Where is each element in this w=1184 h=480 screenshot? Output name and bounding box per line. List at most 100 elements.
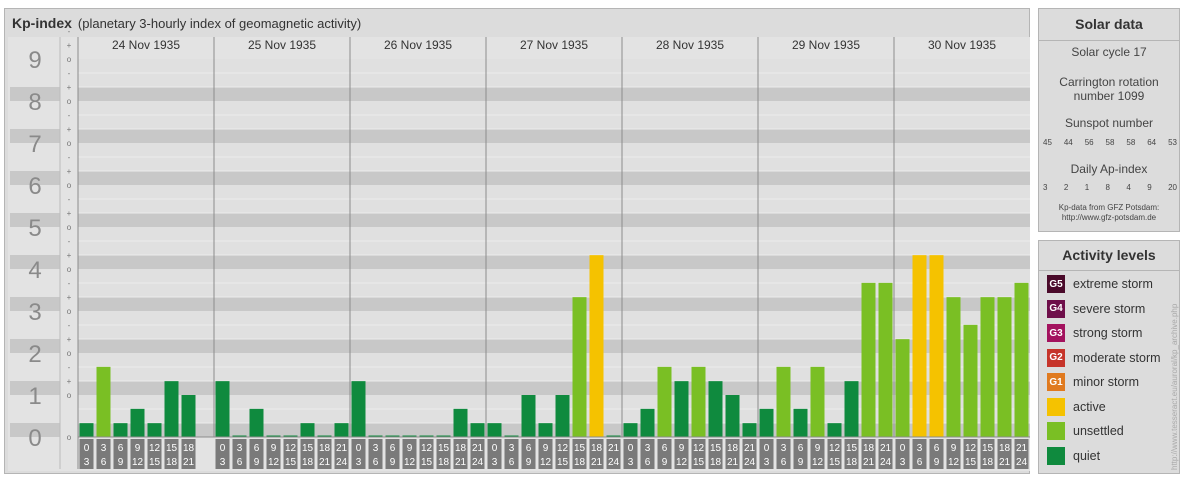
interval-start-label: 9	[951, 443, 957, 454]
day-label: 28 Nov 1935	[656, 38, 724, 52]
kp-bar	[674, 381, 689, 437]
interval-start-label: 12	[557, 443, 569, 454]
interval-end-label: 12	[676, 457, 688, 468]
kp-bar	[895, 339, 910, 437]
kp-tick-label: 1	[28, 383, 41, 410]
solar-cycle: Solar cycle 17	[1071, 45, 1147, 59]
interval-end-label: 6	[781, 457, 787, 468]
interval-start-label: 18	[455, 443, 467, 454]
interval-end-label: 15	[285, 457, 297, 468]
interval-start-label: 6	[390, 443, 396, 454]
interval-end-label: 21	[319, 457, 331, 468]
day-label: 29 Nov 1935	[792, 38, 860, 52]
kp-bar	[555, 395, 570, 437]
legend-swatch: G3	[1047, 324, 1065, 342]
kp-bar	[1014, 282, 1029, 437]
kp-bar	[946, 297, 961, 437]
interval-end-label: 15	[149, 457, 161, 468]
kp-bar	[691, 366, 706, 437]
legend-swatch	[1047, 446, 1065, 465]
interval-start-label: 0	[356, 443, 362, 454]
interval-end-label: 18	[982, 457, 994, 468]
kp-minor-tick-label: o	[67, 307, 72, 316]
kp-bar	[572, 297, 587, 437]
sunspot-label: Sunspot number	[1064, 116, 1154, 130]
kp-bar	[844, 381, 859, 437]
kp-minor-tick-label: -	[68, 153, 71, 162]
legend-item: G5 extreme storm	[1047, 274, 1153, 294]
interval-end-label: 6	[237, 457, 243, 468]
legend-label: unsettled	[1073, 424, 1124, 438]
interval-end-label: 21	[455, 457, 467, 468]
interval-end-label: 6	[645, 457, 651, 468]
sunspot-value: 58	[1105, 138, 1115, 147]
interval-start-label: 15	[710, 443, 722, 454]
interval-end-label: 12	[948, 457, 960, 468]
kp-tick-label: 0	[28, 425, 41, 452]
kp-bar	[181, 395, 196, 437]
sunspot-value: 44	[1063, 138, 1073, 147]
kp-minor-tick-label: -	[68, 321, 71, 330]
interval-start-label: 12	[149, 443, 161, 454]
kp-bar	[113, 423, 128, 437]
kp-bar	[810, 366, 825, 437]
kp-bar	[759, 408, 774, 437]
interval-end-label: 24	[608, 457, 620, 468]
legend-label: moderate storm	[1073, 350, 1161, 365]
kp-minor-tick-label: o	[67, 55, 72, 64]
legend-label: severe storm	[1073, 301, 1146, 316]
interval-start-label: 21	[608, 443, 620, 454]
kp-minor-tick-label: o	[67, 139, 72, 148]
interval-end-label: 18	[574, 457, 586, 468]
kp-tick-label: 6	[28, 173, 41, 200]
kp-bar	[963, 324, 978, 437]
interval-start-label: 3	[373, 443, 379, 454]
kp-tick-label: 4	[28, 257, 41, 284]
legend-item: active	[1047, 397, 1106, 417]
interval-start-label: 6	[254, 443, 260, 454]
kp-bar	[487, 423, 502, 437]
day-label: 30 Nov 1935	[928, 38, 996, 52]
legend-label: minor storm	[1073, 375, 1139, 389]
interval-start-label: 18	[999, 443, 1011, 454]
kp-bar	[657, 366, 672, 437]
ap-value: 8	[1105, 183, 1110, 192]
interval-start-label: 18	[319, 443, 331, 454]
interval-end-label: 15	[421, 457, 433, 468]
kp-tick-label: 2	[28, 341, 41, 368]
sunspot-value: 53	[1168, 138, 1177, 147]
kp-minor-tick-label: +	[67, 41, 72, 50]
interval-start-label: 18	[183, 443, 195, 454]
interval-end-label: 15	[693, 457, 705, 468]
interval-start-label: 0	[492, 443, 498, 454]
kp-bar	[521, 395, 536, 437]
carrington-line2: number 1099	[1073, 89, 1145, 103]
chart-title-main: Kp-index	[12, 15, 72, 31]
kp-bar	[96, 366, 111, 437]
kp-minor-tick-label: +	[67, 167, 72, 176]
kp-bar	[827, 423, 842, 437]
kp-bar	[538, 423, 553, 437]
kp-minor-tick-label: +	[67, 209, 72, 218]
interval-start-label: 21	[1016, 443, 1028, 454]
interval-end-label: 15	[829, 457, 841, 468]
kp-bar	[861, 282, 876, 437]
kp-minor-tick-label: +	[67, 125, 72, 134]
sunspot-value: 58	[1126, 138, 1136, 147]
ap-value: 20	[1168, 183, 1177, 192]
solar-data-title: Solar data	[1039, 9, 1179, 41]
kp-bar	[334, 423, 349, 437]
interval-end-label: 6	[917, 457, 923, 468]
interval-start-label: 0	[900, 443, 906, 454]
interval-end-label: 24	[744, 457, 756, 468]
ap-value: 3	[1043, 183, 1048, 192]
kp-bar	[878, 282, 893, 437]
interval-end-label: 9	[798, 457, 804, 468]
kp-minor-tick-label: +	[67, 251, 72, 260]
source-line2: http://www.gfz-potsdam.de	[1061, 213, 1157, 222]
kp-minor-tick-label: o	[67, 223, 72, 232]
interval-start-label: 6	[934, 443, 940, 454]
day-label: 27 Nov 1935	[520, 38, 588, 52]
kp-bar	[130, 408, 145, 437]
interval-start-label: 21	[336, 443, 348, 454]
